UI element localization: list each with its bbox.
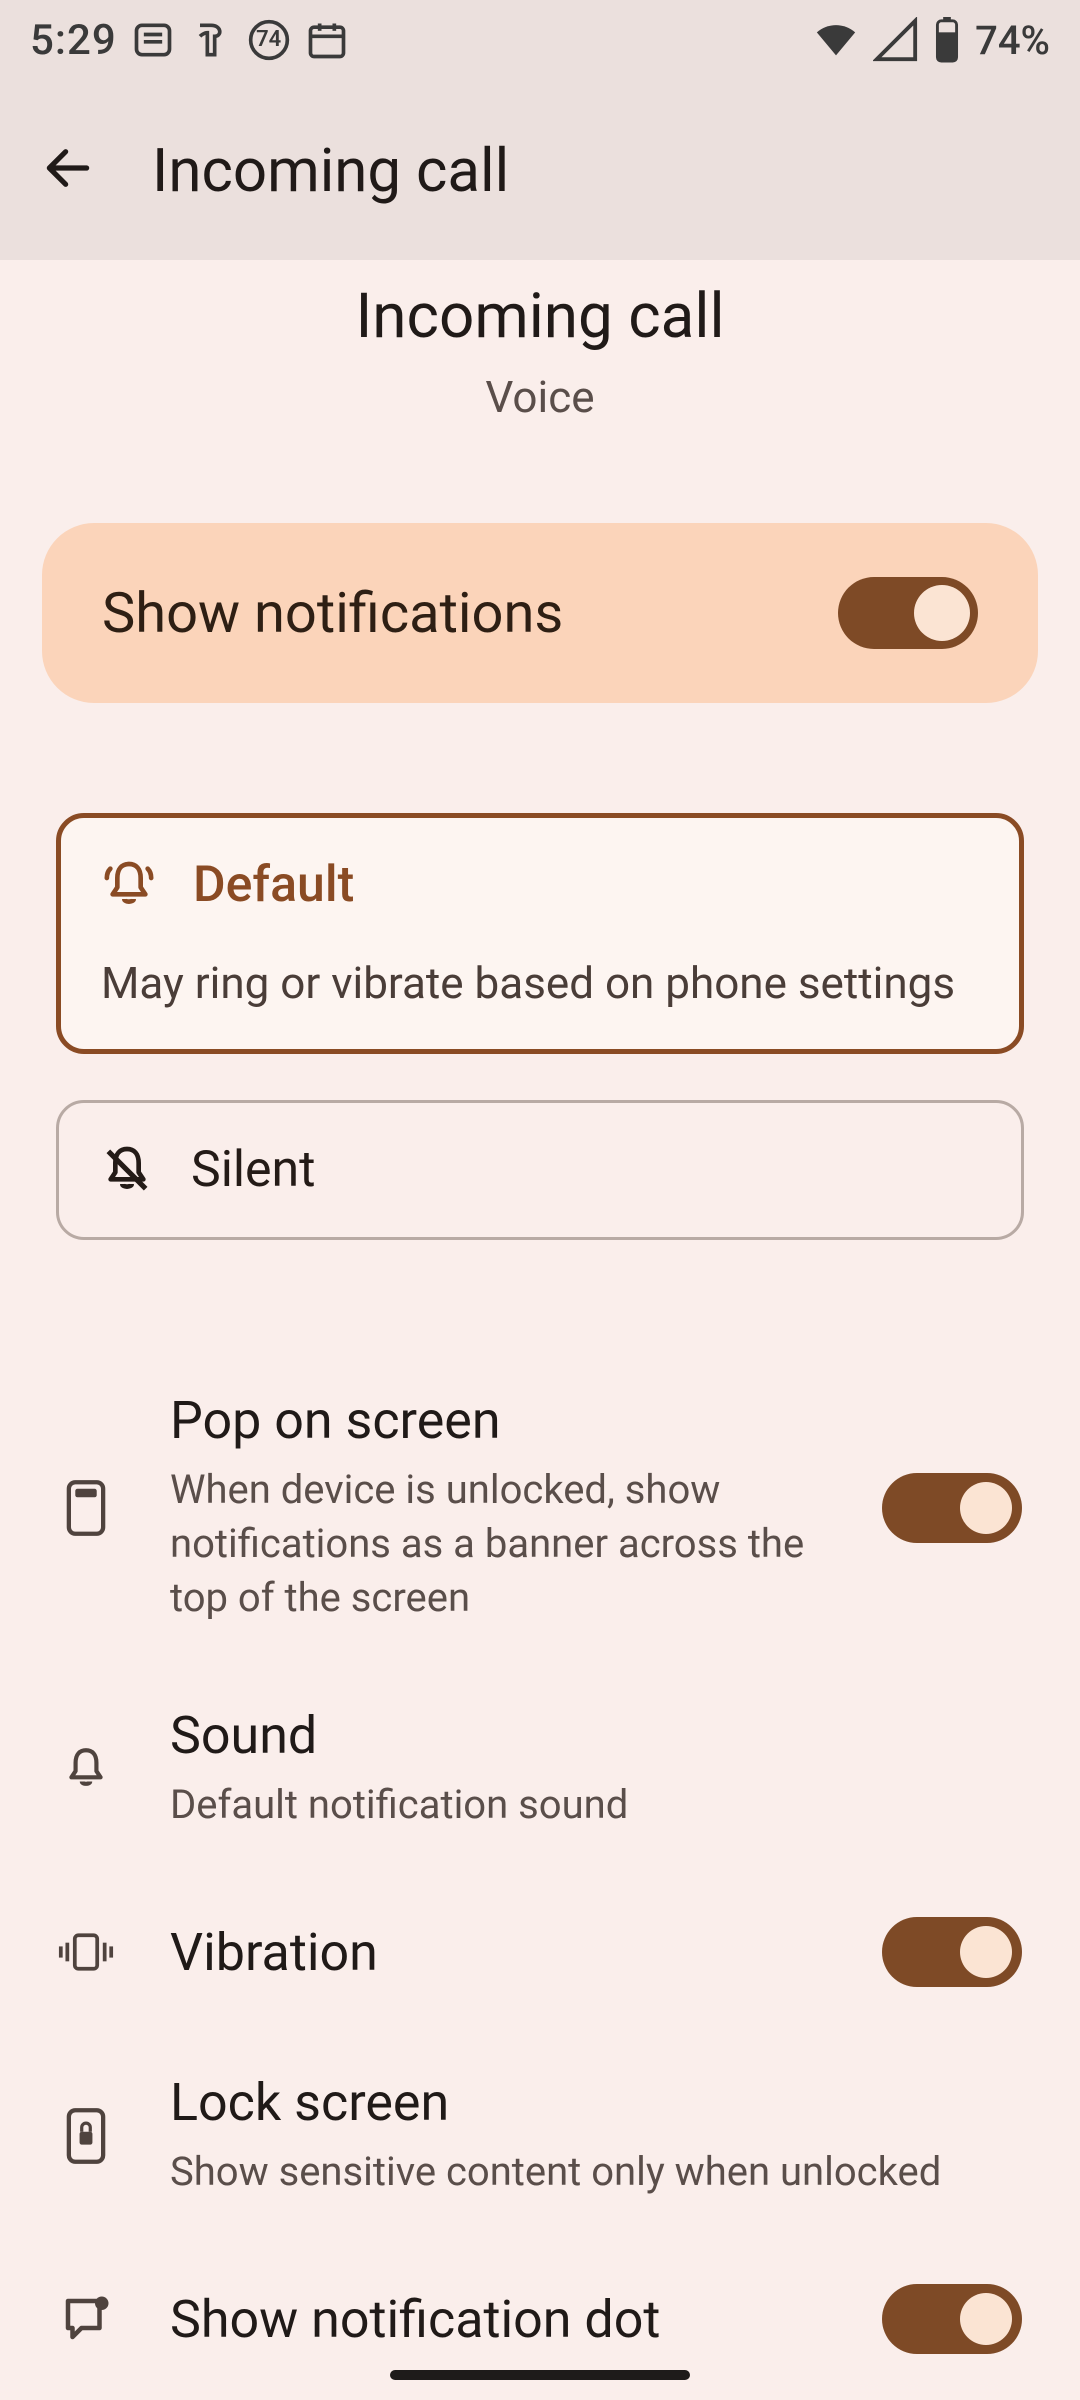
bell-icon <box>58 1741 114 1797</box>
status-bar: 5:29 74 74% <box>0 0 1080 80</box>
nyt-notification-icon <box>189 18 233 62</box>
message-notification-icon <box>131 18 175 62</box>
wifi-icon <box>813 17 859 63</box>
circle-badge-number: 74 <box>256 27 281 52</box>
setting-pop-on-screen[interactable]: Pop on screen When device is unlocked, s… <box>58 1350 1022 1665</box>
status-time: 5:29 <box>30 16 117 65</box>
status-left-group: 5:29 74 <box>30 16 349 65</box>
lock-screen-title: Lock screen <box>170 2072 1022 2133</box>
vibration-toggle[interactable] <box>882 1917 1022 1987</box>
show-notifications-toggle[interactable] <box>838 577 978 649</box>
circle-badge-icon: 74 <box>247 18 291 62</box>
mode-options-group: Default May ring or vibrate based on pho… <box>0 813 1080 1240</box>
battery-icon <box>933 17 961 63</box>
sound-title: Sound <box>170 1705 1022 1766</box>
back-arrow-icon <box>40 140 96 200</box>
show-notifications-label: Show notifications <box>102 580 563 646</box>
pop-on-screen-desc: When device is unlocked, show notificati… <box>170 1463 826 1625</box>
notification-dot-toggle[interactable] <box>882 2284 1022 2354</box>
setting-lock-screen[interactable]: Lock screen Show sensitive content only … <box>58 2032 1022 2239</box>
notification-dot-title: Show notification dot <box>170 2289 826 2350</box>
navigation-handle[interactable] <box>390 2370 690 2380</box>
pop-on-screen-title: Pop on screen <box>170 1390 826 1451</box>
settings-list: Pop on screen When device is unlocked, s… <box>0 1350 1080 2399</box>
lock-screen-desc: Show sensitive content only when unlocke… <box>170 2145 1022 2199</box>
vibration-icon <box>58 1927 114 1977</box>
device-screen-icon <box>58 1478 114 1538</box>
lock-screen-icon <box>58 2106 114 2166</box>
mode-default-desc: May ring or vibrate based on phone setti… <box>101 956 979 1011</box>
page-title: Incoming call <box>0 280 1080 353</box>
back-button[interactable] <box>32 134 104 206</box>
mode-option-silent[interactable]: Silent <box>56 1100 1024 1240</box>
app-header: Incoming call <box>0 80 1080 260</box>
mode-default-title: Default <box>193 856 354 914</box>
sound-desc: Default notification sound <box>170 1778 1022 1832</box>
bell-off-icon <box>99 1142 155 1198</box>
pop-on-screen-toggle[interactable] <box>882 1473 1022 1543</box>
status-right-group: 74% <box>813 17 1050 64</box>
battery-percent: 74% <box>975 17 1050 64</box>
header-title: Incoming call <box>152 135 509 206</box>
bell-ring-icon <box>101 857 157 913</box>
setting-sound[interactable]: Sound Default notification sound <box>58 1665 1022 1872</box>
mode-silent-title: Silent <box>191 1141 316 1199</box>
show-notifications-card[interactable]: Show notifications <box>42 523 1038 703</box>
content-scroll[interactable]: Incoming call Voice Show notifications D… <box>0 260 1080 2399</box>
vibration-title: Vibration <box>170 1922 826 1983</box>
setting-vibration[interactable]: Vibration <box>58 1872 1022 2032</box>
mode-option-default[interactable]: Default May ring or vibrate based on pho… <box>56 813 1024 1054</box>
notification-dot-icon <box>58 2292 114 2346</box>
page-subtitle: Voice <box>0 371 1080 423</box>
cell-signal-icon <box>873 17 919 63</box>
page-title-block: Incoming call Voice <box>0 280 1080 423</box>
calendar-notification-icon <box>305 18 349 62</box>
